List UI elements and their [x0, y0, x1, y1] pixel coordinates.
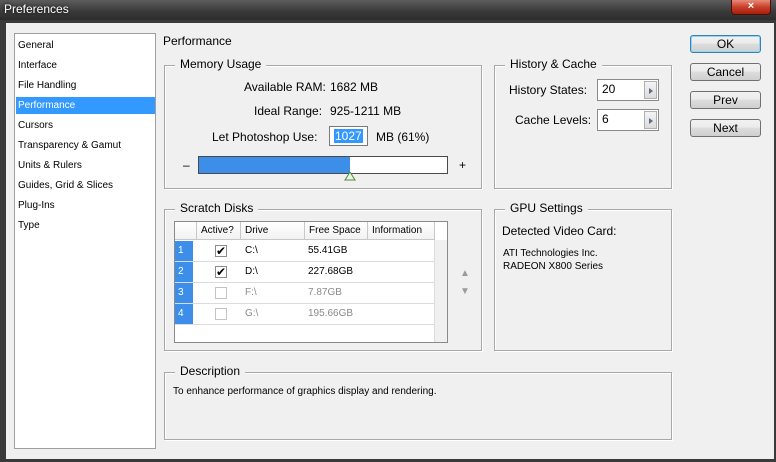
memory-use-suffix: MB (61%): [376, 130, 430, 144]
close-button[interactable]: ×: [731, 0, 771, 15]
nav-item-performance[interactable]: Performance: [16, 97, 155, 114]
memory-use-input[interactable]: 1027: [329, 126, 368, 146]
free-space-cell: 7.87GB: [308, 287, 342, 298]
free-space-cell: 195.66GB: [308, 308, 354, 319]
history-states-spinner[interactable]: 20: [597, 79, 659, 101]
drive-cell: C:\: [245, 245, 258, 256]
row-number: 4: [175, 304, 193, 324]
active-checkbox[interactable]: ✔: [215, 245, 227, 257]
description-group: Description: [164, 364, 672, 440]
memory-use-value: 1027: [334, 129, 363, 143]
slider-minus-label: –: [183, 158, 190, 172]
nav-item-transparency-gamut[interactable]: Transparency & Gamut: [16, 137, 155, 154]
prev-button[interactable]: Prev: [690, 91, 761, 109]
cache-levels-value: 6: [602, 112, 609, 126]
nav-item-general[interactable]: General: [16, 37, 155, 54]
nav-item-units-rulers[interactable]: Units & Rulers: [16, 157, 155, 174]
nav-item-plug-ins[interactable]: Plug-Ins: [16, 197, 155, 214]
memory-slider-fill: [199, 157, 350, 173]
let-photoshop-use-label: Let Photoshop Use:: [212, 130, 318, 144]
nav-item-file-handling[interactable]: File Handling: [16, 77, 155, 94]
row-number: 2: [175, 262, 193, 282]
chevron-right-icon: [649, 118, 653, 124]
check-icon: ✔: [216, 265, 227, 279]
scratch-disks-table[interactable]: Active? Drive Free Space Information 1 ✔…: [174, 221, 448, 343]
cache-levels-label: Cache Levels:: [515, 113, 592, 127]
row-number: 1: [175, 241, 193, 261]
ideal-range-value: 925-1211 MB: [330, 104, 402, 118]
cancel-button[interactable]: Cancel: [690, 63, 761, 81]
move-up-icon[interactable]: ▲: [460, 268, 470, 279]
description-legend: Description: [175, 364, 246, 378]
gpu-model: RADEON X800 Series: [503, 261, 604, 272]
drive-cell: F:\: [245, 287, 257, 298]
active-checkbox[interactable]: [215, 308, 227, 320]
table-row[interactable]: 4 G:\ 195.66GB: [175, 304, 435, 325]
drive-cell: D:\: [245, 266, 258, 277]
scratch-disks-legend: Scratch Disks: [175, 201, 259, 215]
slider-plus-label: +: [459, 158, 467, 172]
page-title: Performance: [163, 34, 232, 48]
history-states-value: 20: [602, 82, 616, 96]
ideal-range-label: Ideal Range:: [254, 104, 323, 118]
memory-slider[interactable]: [198, 156, 448, 174]
dialog-client: General Interface File Handling Performa…: [6, 23, 774, 459]
drive-cell: G:\: [245, 308, 259, 319]
active-checkbox[interactable]: ✔: [215, 266, 227, 278]
move-down-icon[interactable]: ▼: [460, 286, 470, 297]
table-header-information[interactable]: Information: [368, 222, 435, 240]
table-header-drive[interactable]: Drive: [241, 222, 305, 240]
free-space-cell: 55.41GB: [308, 245, 348, 256]
close-icon: ×: [747, 0, 755, 12]
table-scrollbar[interactable]: [434, 240, 447, 342]
available-ram-label: Available RAM:: [244, 80, 326, 94]
detected-video-card-label: Detected Video Card:: [502, 224, 617, 238]
gpu-settings-legend: GPU Settings: [505, 201, 588, 215]
table-header-number: [175, 222, 197, 240]
table-row[interactable]: 3 F:\ 7.87GB: [175, 283, 435, 304]
table-row[interactable]: 1 ✔ C:\ 55.41GB: [175, 241, 435, 262]
nav-item-interface[interactable]: Interface: [16, 57, 155, 74]
memory-slider-thumb[interactable]: [344, 172, 356, 182]
history-cache-legend: History & Cache: [505, 57, 602, 71]
history-states-dropdown[interactable]: [644, 81, 657, 99]
category-list[interactable]: General Interface File Handling Performa…: [14, 33, 156, 449]
title-bar[interactable]: Preferences ×: [0, 0, 776, 20]
table-header-free-space[interactable]: Free Space: [305, 222, 368, 240]
nav-item-type[interactable]: Type: [16, 217, 155, 234]
nav-item-cursors[interactable]: Cursors: [16, 117, 155, 134]
row-number: 3: [175, 283, 193, 303]
ok-button[interactable]: OK: [690, 35, 761, 53]
table-row[interactable]: 2 ✔ D:\ 227.68GB: [175, 262, 435, 283]
history-states-label: History States:: [509, 83, 588, 97]
free-space-cell: 227.68GB: [308, 266, 354, 277]
nav-item-guides-grid-slices[interactable]: Guides, Grid & Slices: [16, 177, 155, 194]
cache-levels-spinner[interactable]: 6: [597, 109, 659, 131]
window-title: Preferences: [4, 2, 69, 16]
next-button[interactable]: Next: [690, 119, 761, 137]
gpu-vendor: ATI Technologies Inc.: [503, 248, 598, 259]
table-header-active[interactable]: Active?: [197, 222, 241, 240]
chevron-right-icon: [649, 88, 653, 94]
active-checkbox[interactable]: [215, 287, 227, 299]
available-ram-value: 1682 MB: [330, 80, 379, 94]
check-icon: ✔: [216, 244, 227, 258]
cache-levels-dropdown[interactable]: [644, 111, 657, 129]
description-text: To enhance performance of graphics displ…: [173, 386, 437, 397]
memory-usage-legend: Memory Usage: [175, 57, 267, 71]
